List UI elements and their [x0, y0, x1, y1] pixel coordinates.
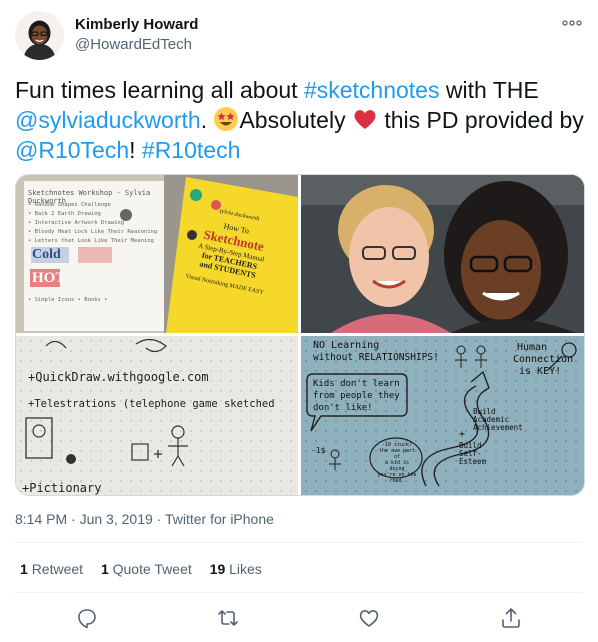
tweet-actions: [15, 604, 583, 634]
star-struck-emoji-icon: [213, 106, 239, 132]
tweet-text-part: with THE: [439, 77, 539, 103]
bubble-line: from people they: [313, 391, 400, 401]
sketch-text-human: Human: [517, 342, 548, 353]
build-self-esteem-text: Build Self- Esteem: [459, 442, 486, 466]
small-bubble-text: -10 stuck? the ave part of a kid is doin…: [377, 442, 417, 484]
likes-label: Likes: [229, 561, 262, 577]
hashtag-sketchnotes-link[interactable]: #sketchnotes: [304, 77, 440, 103]
small-line: a kid is doing: [384, 460, 410, 472]
like-heart-icon[interactable]: [357, 606, 381, 630]
build-line: Achievement: [473, 423, 523, 432]
likes-stat[interactable]: 19 Likes: [210, 561, 262, 577]
media-photo-notebook-quickdraw[interactable]: +QuickDraw.withgoogle.com +Telestrations…: [16, 336, 298, 495]
retweets-label: Retweet: [31, 561, 84, 577]
plus-sign: +: [459, 429, 466, 440]
tweet-text: Fun times learning all about #sketchnote…: [15, 75, 585, 165]
quote-tweets-label: Quote Tweet: [112, 561, 192, 577]
sketch-page-footer: • Simple Icons • Books •: [28, 297, 108, 303]
media-grid: Sketchnotes Workshop - Sylvia Duckworth …: [15, 174, 585, 496]
tweet-stats: 1 Retweet 1 Quote Tweet 19 Likes: [20, 561, 276, 577]
quote-tweets-stat[interactable]: 1 Quote Tweet: [101, 561, 192, 577]
quickdraw-line: +QuickDraw.withgoogle.com: [28, 370, 209, 384]
divider: [15, 542, 583, 543]
divider: [15, 592, 583, 593]
bubble-line: Kids don't learn: [313, 379, 400, 389]
bubble-line: don't like!: [313, 403, 373, 413]
build-line: Esteem: [459, 457, 487, 466]
tweet-source-link[interactable]: Twitter for iPhone: [165, 511, 274, 527]
speech-bubble-text: Kids don't learn from people they don't …: [313, 378, 400, 414]
sketch-text-is-key: is KEY!: [519, 366, 562, 377]
sketch-page-lines: • Random Shapes Challenge • Back 2 Earth…: [28, 201, 168, 246]
retweets-count: 1: [20, 561, 28, 577]
telestrations-line: +Telestrations (telephone game sketched: [28, 398, 275, 410]
tweet-text-part: Fun times learning all about: [15, 77, 304, 103]
author-name[interactable]: Kimberly Howard: [75, 16, 198, 33]
red-heart-emoji-icon: [352, 106, 378, 132]
sketch-text-relationships: without RELATIONSHIPS!: [313, 352, 439, 363]
share-icon[interactable]: [499, 606, 523, 630]
sketch-line: • Back 2 Earth Drawing: [28, 211, 101, 217]
media-photo-selfie[interactable]: [301, 175, 584, 333]
tweet-text-part: this PD provided by: [377, 107, 584, 133]
sketch-word-hot: HOT: [32, 270, 66, 286]
tweet-meta: 8:14 PM · Jun 3, 2019 · Twitter for iPho…: [15, 511, 274, 527]
meta-separator: ·: [67, 511, 80, 527]
sketch-line: • Random Shapes Challenge: [28, 202, 111, 208]
media-photo-sketchnote-book[interactable]: Sketchnotes Workshop - Sylvia Duckworth …: [16, 175, 298, 333]
mention-sylviaduckworth-link[interactable]: @sylviaduckworth: [15, 107, 201, 133]
avatar[interactable]: [15, 11, 64, 60]
media-photo-relationships-sketch[interactable]: NO Learning without RELATIONSHIPS! Human…: [301, 336, 584, 495]
sketch-line: • Interactive Artwork Drawing: [28, 220, 125, 226]
tweet-text-part: !: [129, 137, 142, 163]
small-line: road.: [389, 478, 405, 484]
build-achievement-text: Build Academic Achievement: [473, 408, 523, 432]
tweet-time-link[interactable]: 8:14 PM: [15, 511, 67, 527]
sketch-line: • Letters that Look Like Their Meaning: [28, 238, 154, 244]
small-line: the ave part of: [378, 448, 416, 460]
retweet-icon[interactable]: [216, 606, 240, 630]
hashtag-r10tech-link[interactable]: #R10tech: [142, 137, 240, 163]
sketch-word-cold: Cold: [32, 247, 61, 262]
author-handle[interactable]: @HowardEdTech: [75, 36, 192, 53]
retweets-stat[interactable]: 1 Retweet: [20, 561, 83, 577]
tweet-text-part: Absolutely: [239, 107, 352, 133]
meta-separator: ·: [152, 511, 165, 527]
pictionary-line: +Pictionary: [22, 481, 102, 495]
sketch-text-no-learning: NO Learning: [313, 340, 380, 351]
mention-r10tech-link[interactable]: @R10Tech: [15, 137, 129, 163]
tweet-text-part: .: [200, 107, 214, 133]
likes-count: 19: [209, 561, 226, 577]
tweet-date-link[interactable]: Jun 3, 2019: [80, 511, 153, 527]
reply-icon[interactable]: [75, 606, 99, 630]
more-options-icon[interactable]: [561, 16, 583, 30]
money-text: -1$: [311, 446, 326, 455]
sketch-line: • Bloody Heat Lock Like Their Reasoning: [28, 229, 158, 235]
quote-tweets-count: 1: [100, 561, 109, 577]
sketch-text-connection: Connection: [513, 354, 574, 365]
